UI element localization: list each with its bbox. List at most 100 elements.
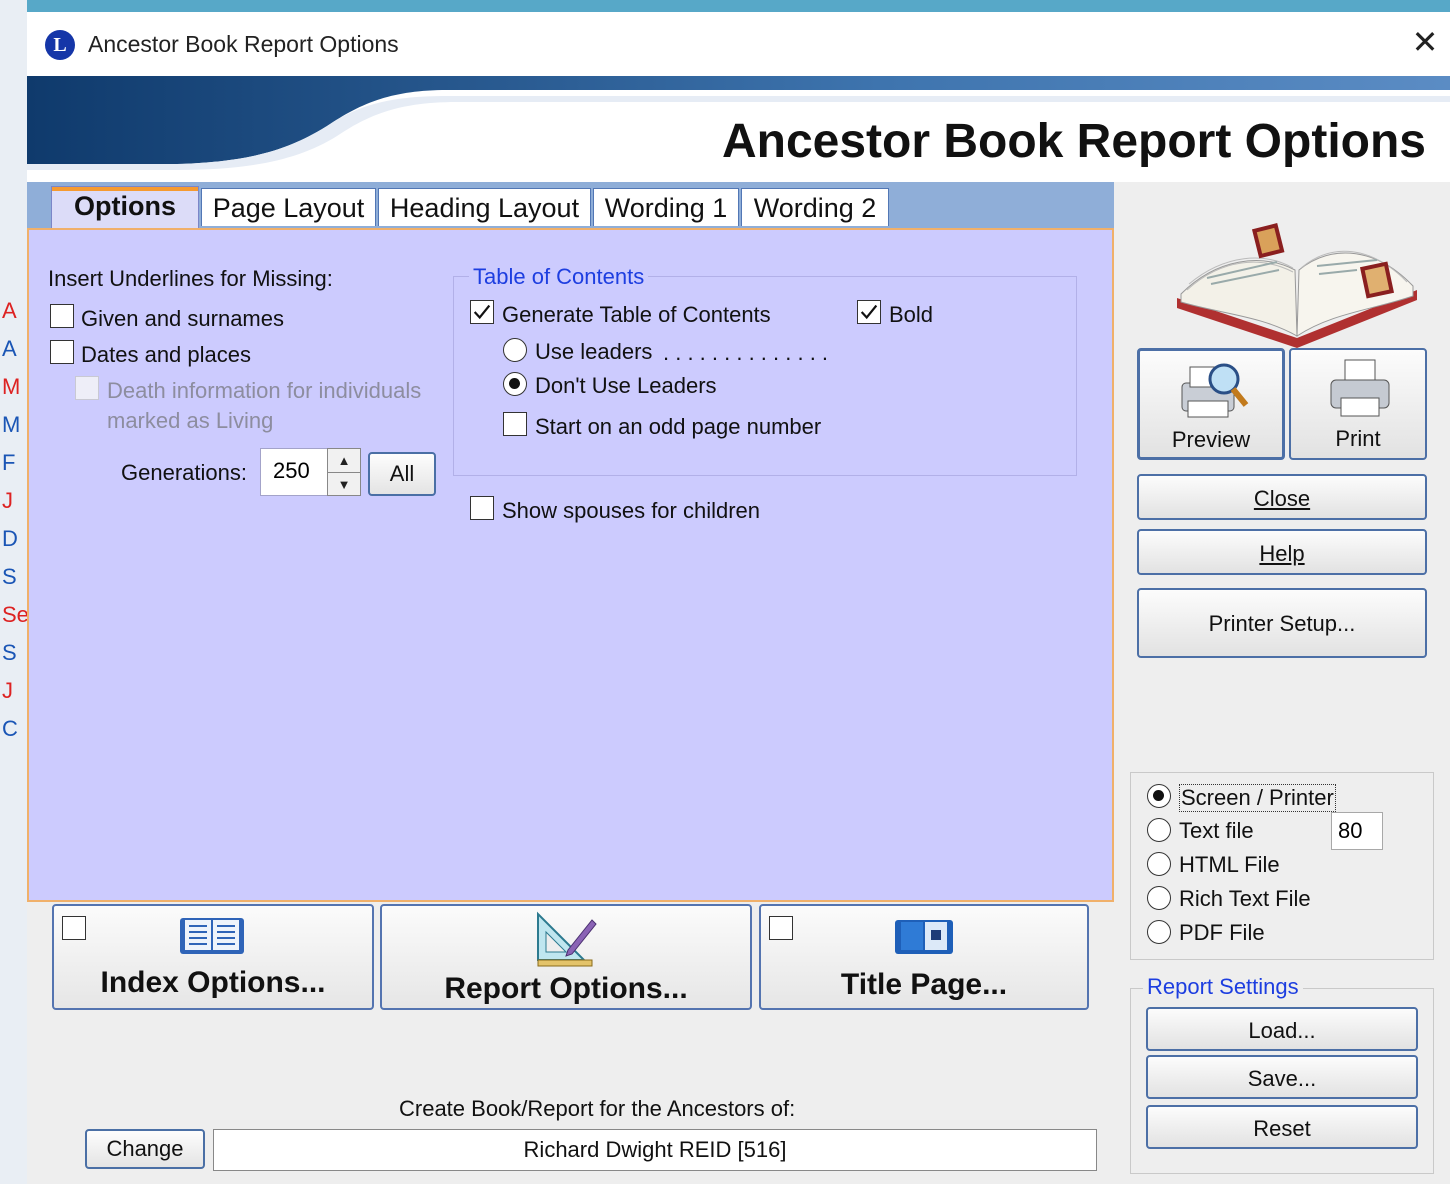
output-rich-text-label: Rich Text File [1179,886,1311,911]
tab-page-layout[interactable]: Page Layout [201,188,376,226]
text-width-input[interactable]: 80 [1331,812,1383,850]
reset-label: Reset [1253,1116,1311,1141]
insert-underlines-label: Insert Underlines for Missing: [48,266,333,291]
background-letter: M [2,374,21,399]
options-panel: Insert Underlines for Missing: Given and… [27,228,1114,902]
title-book-icon [895,920,953,954]
radio-dot [509,378,520,389]
generate-toc-checkbox[interactable] [470,300,494,324]
use-leaders-label: Use leaders [535,339,653,364]
printer-setup-button[interactable]: Printer Setup... [1137,588,1427,658]
printer-icon [1330,359,1390,417]
use-leaders-radio[interactable] [503,338,527,362]
background-letter: S [2,564,17,589]
index-book-icon [180,918,244,954]
output-html-file-label: HTML File [1179,852,1280,877]
toc-legend: Table of Contents [469,264,649,290]
odd-page-label: Start on an odd page number [535,414,822,439]
show-spouses-checkbox[interactable] [470,496,494,520]
dates-places-checkbox[interactable] [50,340,74,364]
tab-options[interactable]: Options [51,186,199,228]
toc-bold-checkbox[interactable] [857,300,881,324]
title-page-button[interactable]: Title Page... [759,904,1089,1010]
printer-magnifier-icon [1181,363,1249,418]
background-letter: M [2,412,21,437]
dates-places-label: Dates and places [81,342,251,367]
given-surnames-label: Given and surnames [81,306,284,331]
output-text-file-label: Text file [1179,818,1254,843]
change-person-button[interactable]: Change [85,1129,205,1169]
app-logo-icon: L [45,30,75,60]
checkmark-icon [473,304,491,320]
tab-label: Options [74,191,176,221]
dont-use-leaders-label: Don't Use Leaders [535,373,717,398]
index-options-checkbox[interactable] [62,916,86,940]
output-html-file-radio[interactable] [1147,852,1171,876]
title-page-checkbox[interactable] [769,916,793,940]
reset-settings-button[interactable]: Reset [1146,1105,1418,1149]
report-settings-legend: Report Settings [1143,974,1303,1000]
spinner-down-icon[interactable]: ▼ [328,473,360,496]
checkmark-icon [860,304,878,320]
dialog-window: L Ancestor Book Report Options ✕ Ancesto… [27,12,1450,1184]
radio-dot [1153,790,1164,801]
background-letter: D [2,526,18,551]
death-info-checkbox[interactable] [75,376,99,400]
dont-use-leaders-radio[interactable] [503,372,527,396]
close-label: Close [1253,486,1311,511]
title-bar: L Ancestor Book Report Options ✕ [27,12,1450,76]
death-info-label-line1: Death information for individuals [107,378,422,403]
tab-heading-layout[interactable]: Heading Layout [378,188,591,226]
generations-spinner[interactable]: ▲ ▼ [327,448,361,496]
create-for-label: Create Book/Report for the Ancestors of: [399,1096,796,1121]
background-letter: S [2,640,17,665]
ruler-pencil-icon [537,911,597,967]
index-options-label: Index Options... [100,966,326,999]
index-options-button[interactable]: Index Options... [52,904,374,1010]
background-letter: Se [2,602,29,627]
selected-person-field: Richard Dwight REID [516] [213,1129,1097,1171]
print-label: Print [1335,426,1381,451]
all-generations-button[interactable]: All [368,452,436,496]
title-page-label: Title Page... [840,968,1008,1001]
spinner-up-icon[interactable]: ▲ [328,449,360,473]
death-info-label-line2: marked as Living [107,408,274,433]
preview-button[interactable]: Preview [1137,348,1285,460]
printer-setup-label: Printer Setup... [1208,611,1356,636]
generations-input[interactable]: 250 [260,448,328,496]
banner: Ancestor Book Report Options [27,76,1450,182]
report-options-button[interactable]: Report Options... [380,904,752,1010]
background-letter: A [2,298,17,323]
banner-heading: Ancestor Book Report Options [721,115,1426,168]
save-label: Save... [1247,1066,1317,1091]
leader-dots: . . . . . . . . . . . . . . [663,340,829,365]
background-app-strip: A A M M F J D S Se S J C [0,0,29,1184]
help-label: Help [1259,541,1305,566]
output-rich-text-radio[interactable] [1147,886,1171,910]
tab-wording-2[interactable]: Wording 2 [741,188,889,226]
output-text-file-radio[interactable] [1147,818,1171,842]
odd-page-checkbox[interactable] [503,412,527,436]
tab-wording-1[interactable]: Wording 1 [593,188,739,226]
toc-bold-label: Bold [889,302,934,327]
background-letter: A [2,336,17,361]
generations-label: Generations: [121,460,247,485]
close-button[interactable]: Close [1137,474,1427,520]
load-label: Load... [1248,1018,1316,1043]
output-pdf-radio[interactable] [1147,920,1171,944]
help-button[interactable]: Help [1137,529,1427,575]
background-letter: J [2,678,13,703]
report-options-label: Report Options... [444,972,688,1005]
background-letter: C [2,716,18,741]
given-surnames-checkbox[interactable] [50,304,74,328]
save-settings-button[interactable]: Save... [1146,1055,1418,1099]
window-title: Ancestor Book Report Options [88,31,399,57]
load-settings-button[interactable]: Load... [1146,1007,1418,1051]
output-pdf-label: PDF File [1179,920,1265,945]
preview-label: Preview [1171,427,1251,452]
background-letter: J [2,488,13,513]
output-screen-printer-radio[interactable] [1147,784,1171,808]
print-button[interactable]: Print [1289,348,1427,460]
background-letter: F [2,450,16,475]
close-window-icon[interactable]: ✕ [1407,24,1443,60]
